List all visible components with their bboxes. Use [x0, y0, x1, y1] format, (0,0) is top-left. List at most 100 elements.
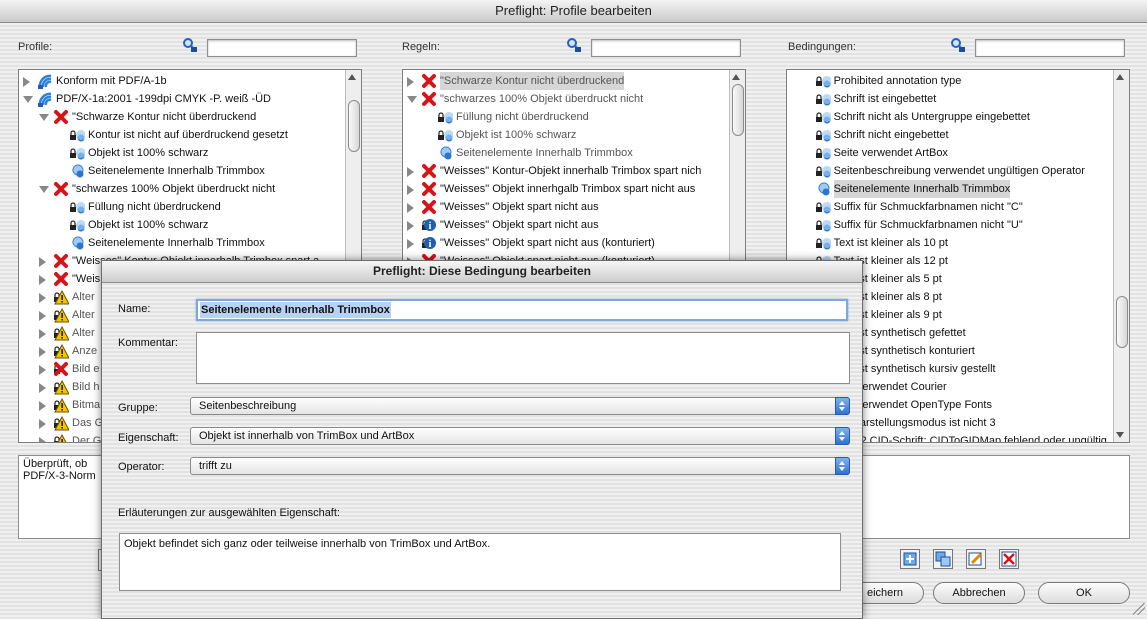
duplicate-icon: [935, 551, 951, 567]
locked-condition-icon: [437, 109, 454, 125]
name-input[interactable]: Seitenelemente Innerhalb Trimmbox: [196, 299, 848, 321]
profiles-row[interactable]: Objekt ist 100% schwarz: [19, 216, 345, 234]
profiles-search-input[interactable]: [207, 39, 357, 57]
locked-condition-icon: [815, 109, 832, 125]
profiles-row[interactable]: Kontur ist nicht auf überdruckend gesetz…: [19, 126, 345, 144]
disclosure-closed-icon[interactable]: [39, 419, 46, 429]
search-icon[interactable]: [566, 37, 582, 53]
disclosure-closed-icon[interactable]: [39, 401, 46, 411]
delete-condition-button[interactable]: [999, 549, 1019, 569]
disclosure-closed-icon[interactable]: [39, 293, 46, 303]
disclosure-closed-icon[interactable]: [39, 311, 46, 321]
conditions-row[interactable]: Seitenbeschreibung verwendet ungültigen …: [787, 162, 1113, 180]
warning-locked-icon: [53, 379, 70, 395]
disclosure-closed-icon[interactable]: [39, 257, 46, 267]
resize-grip[interactable]: [1133, 603, 1145, 615]
conditions-row[interactable]: Suffix für Schmuckfarbnamen nicht "U": [787, 216, 1113, 234]
profiles-row-label: "Weis: [72, 273, 101, 285]
duplicate-condition-button[interactable]: [933, 549, 953, 569]
disclosure-closed-icon[interactable]: [407, 203, 414, 213]
new-condition-button[interactable]: [900, 549, 920, 569]
locked-condition-icon: [69, 145, 86, 161]
conditions-label: Bedingungen:: [788, 41, 856, 53]
conditions-row[interactable]: Seitenelemente Innerhalb Trimmbox: [787, 180, 1113, 198]
profiles-row-label: Alter: [72, 291, 95, 303]
conditions-row[interactable]: Schrift nicht als Untergruppe eingebette…: [787, 108, 1113, 126]
conditions-row[interactable]: Seite verwendet ArtBox: [787, 144, 1113, 162]
locked-condition-icon: [815, 127, 832, 143]
profiles-row[interactable]: Seitenelemente Innerhalb Trimmbox: [19, 234, 345, 252]
rules-row[interactable]: Objekt ist 100% schwarz: [403, 126, 729, 144]
rules-row[interactable]: "Weisses" Kontur-Objekt innerhalb Trimbo…: [403, 162, 729, 180]
conditions-row-label: Schrift ist eingebettet: [833, 93, 937, 105]
error-x-icon: [421, 73, 437, 89]
operator-select[interactable]: trifft zu: [190, 457, 850, 475]
rules-row[interactable]: "schwarzes 100% Objekt überdruckt nicht: [403, 90, 729, 108]
disclosure-closed-icon[interactable]: [39, 275, 46, 285]
profiles-row[interactable]: Konform mit PDF/A-1b: [19, 72, 345, 90]
disclosure-closed-icon[interactable]: [407, 77, 414, 87]
rules-row-label: "Weisses" Objekt spart nicht aus: [440, 219, 599, 231]
cancel-button-label: Abbrechen: [952, 587, 1006, 599]
search-icon[interactable]: [182, 37, 198, 53]
group-select[interactable]: Seitenbeschreibung: [190, 397, 850, 415]
conditions-search-input[interactable]: [975, 39, 1125, 57]
disclosure-closed-icon[interactable]: [39, 437, 46, 442]
conditions-row[interactable]: Schrift nicht eingebettet: [787, 126, 1113, 144]
disclosure-closed-icon[interactable]: [39, 383, 46, 393]
profiles-row[interactable]: "schwarzes 100% Objekt überdruckt nicht: [19, 180, 345, 198]
profiles-row[interactable]: "Schwarze Kontur nicht überdruckend: [19, 108, 345, 126]
property-label: Eigenschaft:: [118, 432, 179, 444]
disclosure-open-icon[interactable]: [39, 186, 49, 193]
rules-row[interactable]: i "Weisses" Objekt spart nicht aus: [403, 216, 729, 234]
rules-search-input[interactable]: [591, 39, 741, 57]
rules-row[interactable]: "Weisses" Objekt spart nicht aus: [403, 198, 729, 216]
disclosure-open-icon[interactable]: [407, 96, 417, 103]
disclosure-open-icon[interactable]: [39, 114, 49, 121]
conditions-row-label: Suffix für Schmuckfarbnamen nicht "C": [833, 201, 1023, 213]
error-x-icon: [53, 253, 69, 269]
profiles-row[interactable]: Seitenelemente Innerhalb Trimmbox: [19, 162, 345, 180]
disclosure-closed-icon[interactable]: [407, 239, 414, 249]
error-x-icon: [53, 181, 69, 197]
edit-condition-button[interactable]: [966, 549, 986, 569]
cancel-button[interactable]: Abbrechen: [933, 582, 1025, 604]
conditions-scrollbar[interactable]: [1113, 70, 1129, 442]
conditions-row[interactable]: Schrift ist eingebettet: [787, 90, 1113, 108]
property-select[interactable]: Objekt ist innerhalb von TrimBox und Art…: [190, 427, 850, 445]
rules-row[interactable]: i "Weisses" Objekt spart nicht aus (kontu…: [403, 234, 729, 252]
disclosure-closed-icon[interactable]: [407, 221, 414, 231]
rules-row[interactable]: Seitenelemente Innerhalb Trimmbox: [403, 144, 729, 162]
operator-label: Operator:: [118, 461, 165, 473]
comment-textarea[interactable]: [196, 332, 850, 384]
chevron-updown-icon: [835, 427, 850, 445]
disclosure-closed-icon[interactable]: [39, 347, 46, 357]
condition-icon: [69, 235, 85, 251]
conditions-row[interactable]: Prohibited annotation type: [787, 72, 1113, 90]
disclosure-closed-icon[interactable]: [23, 77, 30, 87]
profiles-row[interactable]: PDF/X-1a:2001 -199dpi CMYK -P. weiß -ÜD: [19, 90, 345, 108]
locked-condition-icon: [815, 217, 832, 233]
rules-row[interactable]: "Weisses" Objekt innerhgalb Trimbox spar…: [403, 180, 729, 198]
search-icon[interactable]: [950, 37, 966, 53]
disclosure-closed-icon[interactable]: [39, 365, 46, 375]
rules-row-label: Seitenelemente Innerhalb Trimmbox: [456, 147, 633, 159]
rules-row-label: "schwarzes 100% Objekt überdruckt nicht: [440, 93, 644, 105]
profiles-row[interactable]: Füllung nicht überdruckend: [19, 198, 345, 216]
disclosure-closed-icon[interactable]: [407, 185, 414, 195]
disclosure-closed-icon[interactable]: [407, 167, 414, 177]
profiles-row-label: Alter: [72, 327, 95, 339]
conditions-row[interactable]: Text ist kleiner als 10 pt: [787, 234, 1113, 252]
rules-row-label: Objekt ist 100% schwarz: [456, 129, 577, 141]
rules-row[interactable]: Füllung nicht überdruckend: [403, 108, 729, 126]
disclosure-closed-icon[interactable]: [39, 329, 46, 339]
ok-button[interactable]: OK: [1038, 582, 1130, 604]
error-x-icon: [421, 181, 437, 197]
group-label: Gruppe:: [118, 402, 158, 414]
profiles-row-label: Seitenelemente Innerhalb Trimmbox: [88, 165, 265, 177]
rules-row[interactable]: "Schwarze Kontur nicht überdruckend: [403, 72, 729, 90]
disclosure-open-icon[interactable]: [23, 96, 33, 103]
profiles-row[interactable]: Objekt ist 100% schwarz: [19, 144, 345, 162]
conditions-row[interactable]: Suffix für Schmuckfarbnamen nicht "C": [787, 198, 1113, 216]
dialog-title: Preflight: Diese Bedingung bearbeiten: [102, 261, 862, 283]
